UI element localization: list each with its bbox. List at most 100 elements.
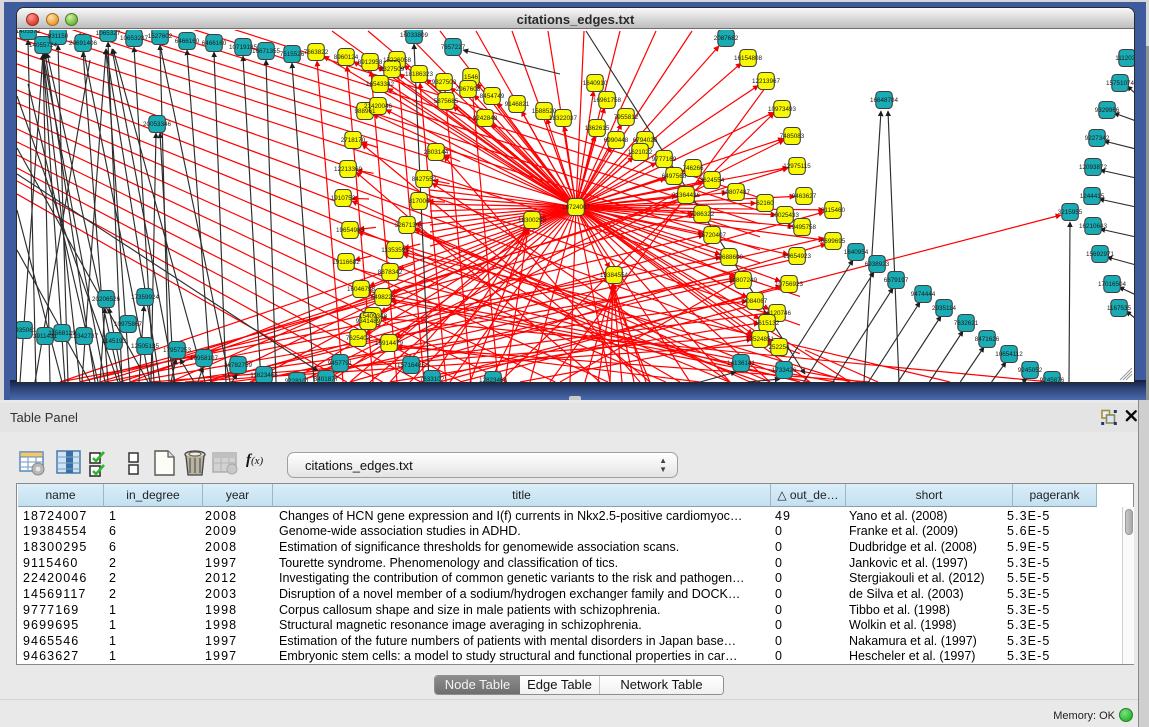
svg-text:2967608: 2967608	[456, 86, 481, 93]
svg-text:17359924: 17359924	[131, 294, 160, 301]
svg-text:1910752: 1910752	[331, 195, 356, 202]
svg-text:6699695: 6699695	[821, 238, 846, 245]
svg-text:20206526: 20206526	[92, 296, 121, 303]
svg-text:7632621: 7632621	[954, 320, 979, 327]
svg-text:7955812: 7955812	[614, 114, 639, 121]
svg-text:10688609: 10688609	[715, 254, 744, 261]
svg-text:13524851: 13524851	[746, 336, 775, 343]
svg-text:1640910: 1640910	[583, 80, 608, 87]
svg-text:817006: 817006	[408, 198, 430, 205]
svg-text:9329966: 9329966	[1095, 107, 1120, 114]
svg-text:1527602: 1527602	[148, 33, 173, 40]
svg-text:9457791: 9457791	[328, 360, 353, 367]
svg-text:16154808: 16154808	[734, 55, 763, 62]
svg-text:2935114: 2935114	[932, 305, 957, 312]
svg-text:2718170: 2718170	[341, 137, 366, 144]
svg-text:8878342: 8878342	[378, 269, 403, 276]
svg-text:746266: 746266	[682, 165, 704, 172]
svg-text:17016504: 17016504	[1098, 281, 1127, 288]
svg-text:8454749: 8454749	[480, 93, 505, 100]
svg-text:15716485: 15716485	[397, 362, 426, 369]
svg-text:20691406: 20691406	[69, 40, 98, 47]
svg-text:10756923: 10756923	[775, 281, 804, 288]
svg-text:16914479: 16914479	[375, 340, 404, 347]
svg-text:9341489: 9341489	[356, 318, 381, 325]
svg-text:16961758: 16961758	[593, 97, 622, 104]
svg-text:10807487: 10807487	[722, 189, 751, 196]
svg-text:6466160: 6466160	[202, 40, 227, 47]
svg-text:6990448: 6990448	[604, 137, 629, 144]
svg-text:15226058: 15226058	[383, 57, 412, 64]
svg-text:3215955: 3215955	[1058, 209, 1083, 216]
svg-text:9327503: 9327503	[432, 79, 457, 86]
svg-text:3267130: 3267130	[395, 222, 420, 229]
svg-text:9777169: 9777169	[652, 156, 677, 163]
svg-text:3624554: 3624554	[700, 177, 725, 184]
svg-text:7986322: 7986322	[690, 211, 715, 218]
svg-text:16671355: 16671355	[252, 48, 281, 55]
svg-text:6679197: 6679197	[884, 277, 909, 284]
svg-text:18322037: 18322037	[549, 115, 578, 122]
svg-text:1640954: 1640954	[844, 249, 869, 256]
svg-text:9327509: 9327509	[380, 66, 405, 73]
svg-text:15720407: 15720407	[698, 232, 727, 239]
svg-text:8912958: 8912958	[358, 59, 383, 66]
svg-text:14055724: 14055724	[29, 42, 58, 49]
svg-text:14136141: 14136141	[727, 360, 756, 367]
svg-text:10654112: 10654112	[995, 351, 1023, 358]
svg-text:6497568: 6497568	[662, 173, 687, 180]
svg-text:6794028: 6794028	[633, 137, 658, 144]
svg-text:2803144: 2803144	[424, 149, 449, 156]
svg-text:9084067: 9084067	[743, 298, 768, 305]
svg-text:9228101: 9228101	[285, 378, 310, 382]
svg-text:19654983: 19654983	[336, 227, 365, 234]
svg-text:12342737: 12342737	[70, 333, 99, 340]
svg-text:1588520: 1588520	[532, 108, 557, 115]
svg-text:16648784: 16648784	[870, 97, 899, 104]
svg-text:19116682: 19116682	[332, 259, 360, 266]
svg-text:16543382: 16543382	[366, 81, 395, 88]
svg-text:1615132: 1615132	[755, 320, 780, 327]
svg-text:5498222: 5498222	[371, 294, 396, 301]
svg-text:10958107: 10958107	[190, 355, 219, 362]
svg-text:12975115: 12975115	[783, 163, 811, 170]
svg-text:18807249: 18807249	[729, 277, 758, 284]
svg-text:10653287: 10653287	[120, 35, 149, 42]
svg-text:1145193: 1145193	[102, 338, 127, 345]
svg-text:9242848: 9242848	[473, 115, 498, 122]
svg-text:11353594: 11353594	[381, 247, 409, 254]
svg-text:16033809: 16033809	[400, 32, 429, 39]
svg-text:1405572: 1405572	[17, 30, 41, 35]
svg-text:12823466: 12823466	[479, 377, 508, 382]
svg-text:16120746: 16120746	[763, 310, 792, 317]
svg-text:1244415: 1244415	[1080, 193, 1105, 200]
svg-text:9146821: 9146821	[505, 101, 530, 108]
svg-text:9115460: 9115460	[821, 207, 846, 214]
svg-text:7633102: 7633102	[420, 376, 445, 382]
svg-text:252254: 252254	[768, 344, 790, 351]
svg-text:15692971: 15692971	[1086, 251, 1115, 258]
svg-text:1362615: 1362615	[585, 125, 610, 132]
svg-text:8471626: 8471626	[975, 336, 1000, 343]
svg-text:9245052: 9245052	[1018, 367, 1043, 374]
svg-text:18300295: 18300295	[518, 217, 547, 224]
svg-text:7485083: 7485083	[780, 133, 805, 140]
svg-text:19654923: 19654923	[783, 253, 812, 260]
svg-text:11823466: 11823466	[250, 372, 278, 379]
svg-text:7663822: 7663822	[304, 49, 329, 56]
svg-text:1065327: 1065327	[96, 30, 121, 37]
svg-text:6466160: 6466160	[175, 38, 200, 45]
svg-text:7625402: 7625402	[346, 335, 371, 342]
svg-text:9474444: 9474444	[911, 291, 936, 298]
svg-text:10975867: 10975867	[114, 321, 143, 328]
svg-text:8427552: 8427552	[412, 176, 437, 183]
svg-text:9245876: 9245876	[1040, 377, 1065, 382]
svg-text:8960124: 8960124	[334, 54, 359, 61]
svg-text:1621022: 1621022	[628, 149, 653, 156]
svg-text:20053346: 20053346	[143, 121, 172, 128]
svg-text:1733426: 1733426	[772, 367, 797, 374]
svg-text:10973493: 10973493	[768, 106, 797, 113]
svg-text:19384554: 19384554	[600, 272, 629, 279]
svg-text:15751074: 15751074	[1106, 80, 1134, 87]
svg-text:931150: 931150	[48, 33, 69, 40]
